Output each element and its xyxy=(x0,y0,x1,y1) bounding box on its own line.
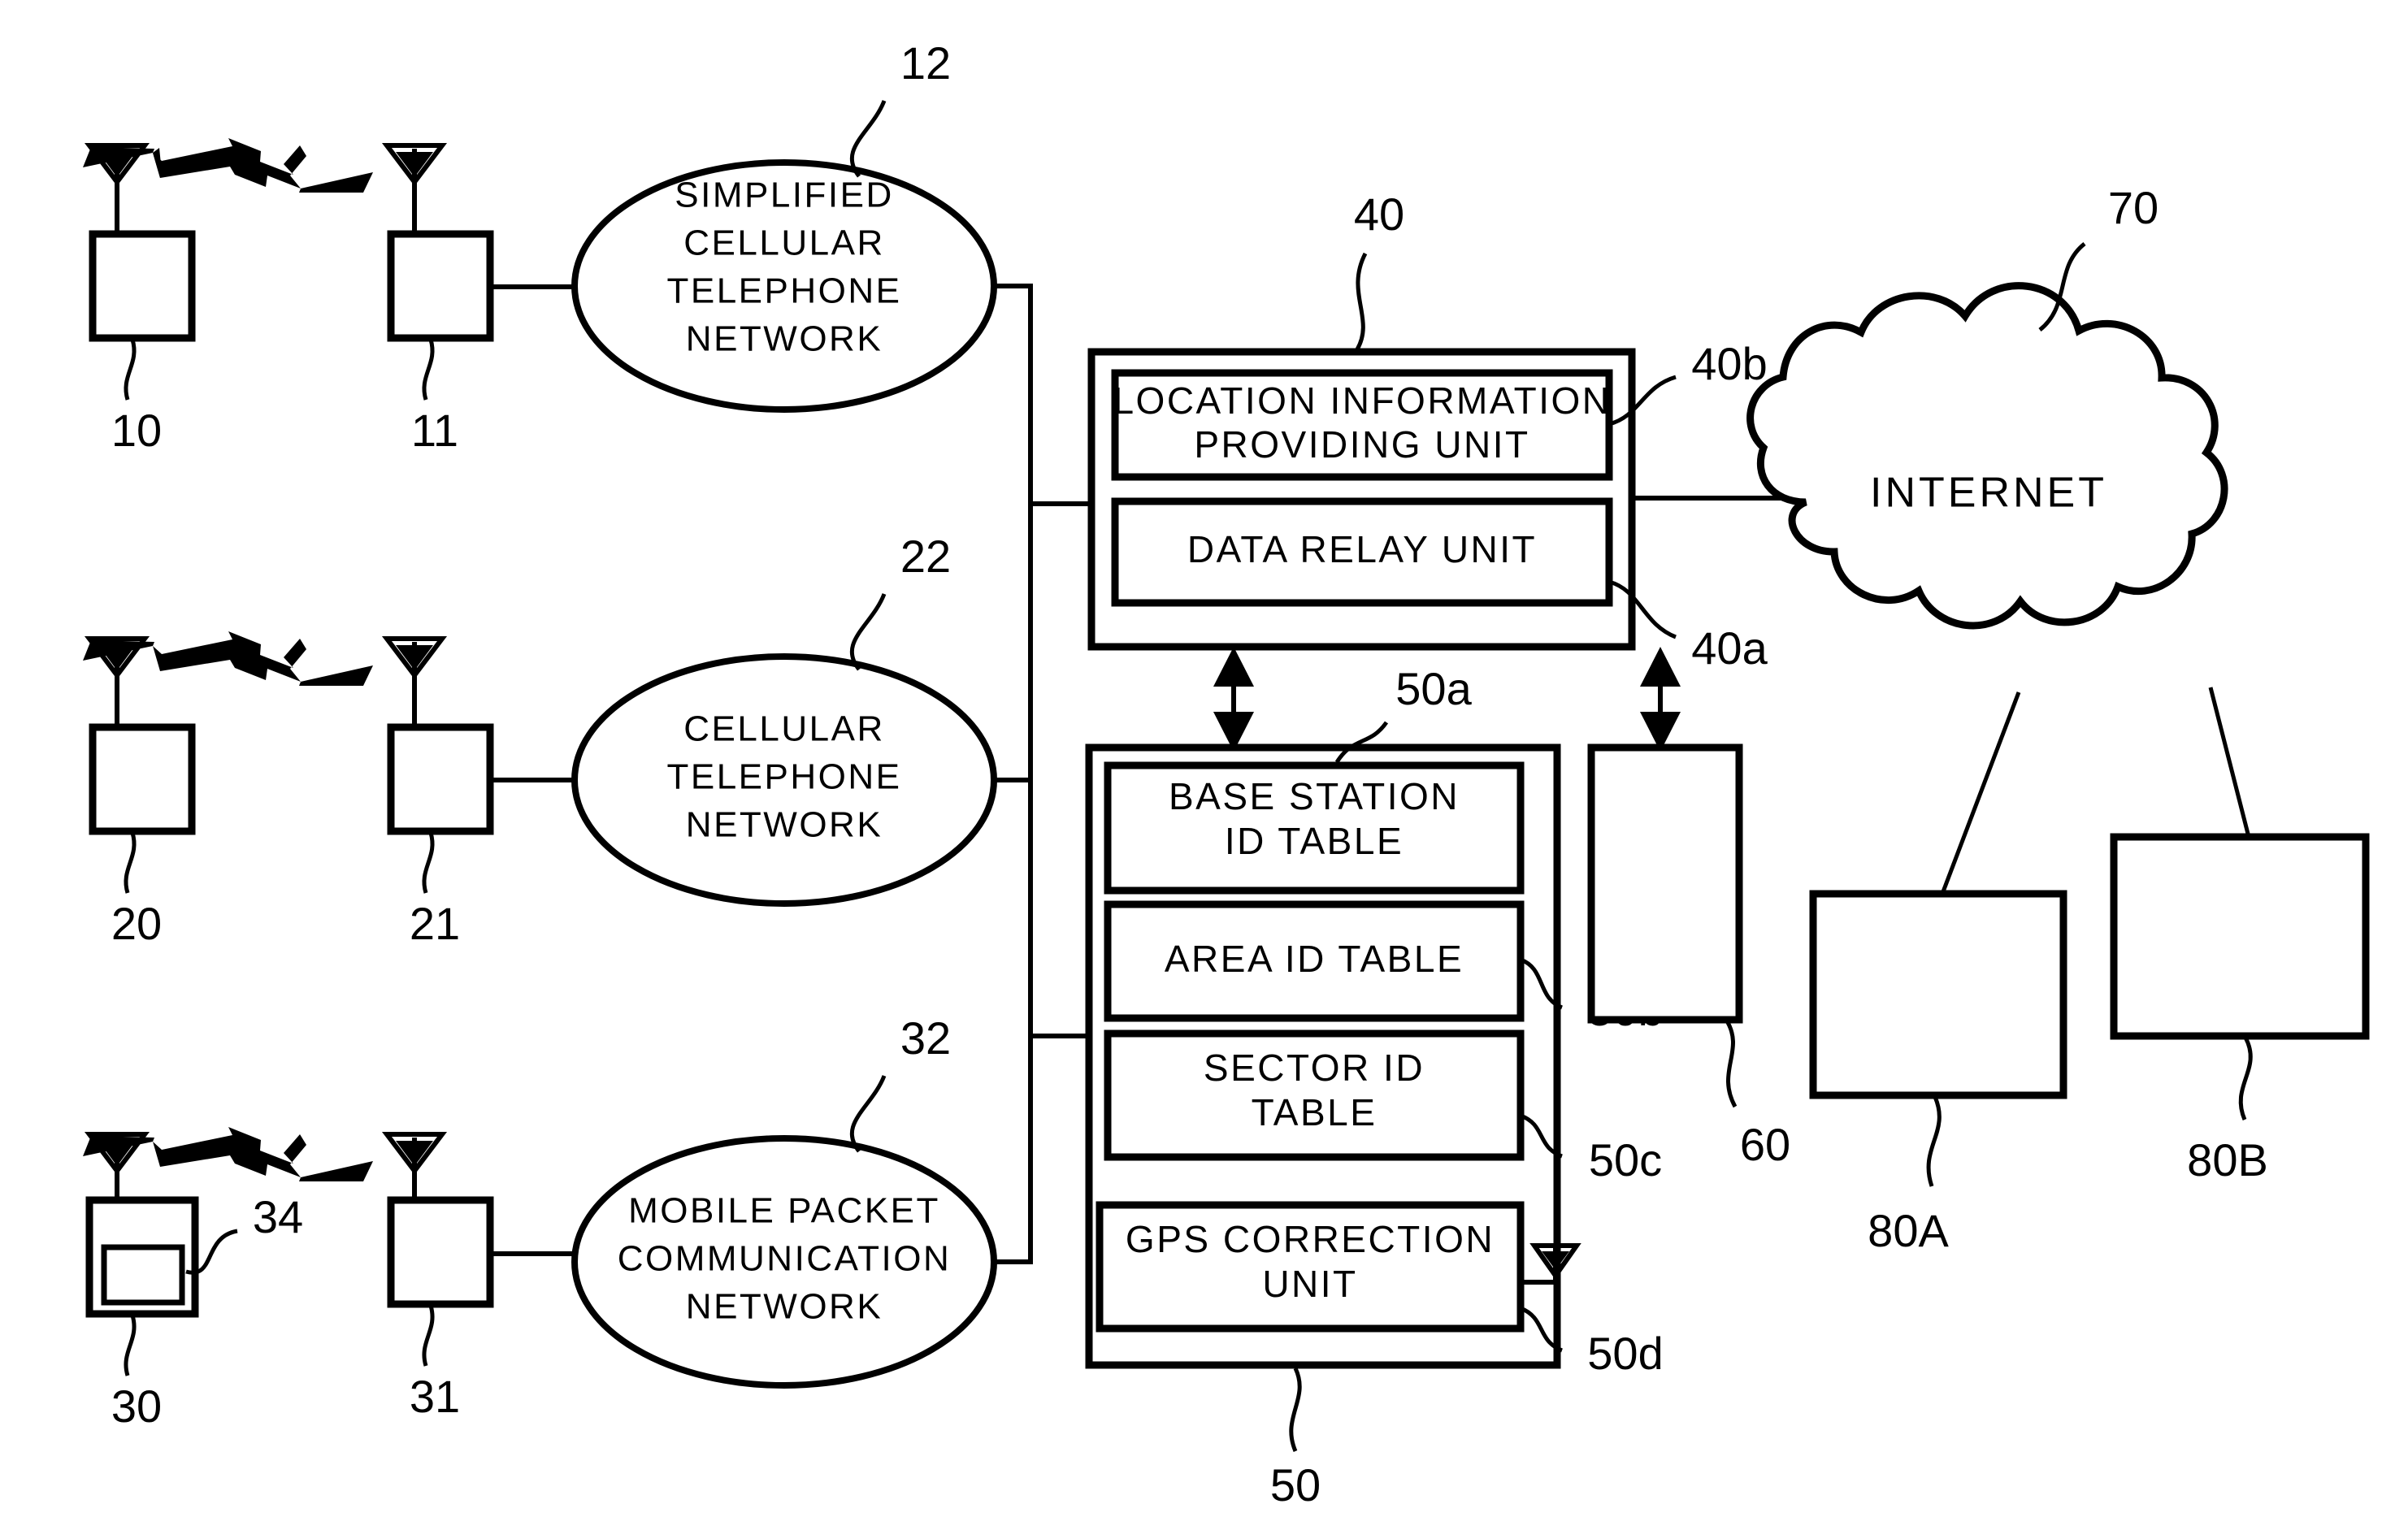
network-12-line-4: NETWORK xyxy=(686,319,883,359)
block-40b-label-line-2: PROVIDING UNIT xyxy=(1194,423,1529,466)
network-32-line-1: MOBILE PACKET xyxy=(628,1191,940,1231)
block-50c-label-line-1: SECTOR ID xyxy=(1204,1047,1425,1089)
host-80A: 80A xyxy=(1809,691,2067,1256)
leader-80A xyxy=(1926,1096,1942,1187)
leader-32 xyxy=(849,1075,887,1153)
leader-31 xyxy=(422,1305,435,1367)
ref-label-10: 10 xyxy=(111,405,162,456)
network-bus xyxy=(994,284,1091,1264)
leader-40 xyxy=(1355,252,1368,351)
leader-11 xyxy=(422,339,435,401)
ref-label-11: 11 xyxy=(411,405,458,456)
antenna-icon-11 xyxy=(381,143,448,234)
ref-label-80B: 80B xyxy=(2187,1134,2268,1185)
unit-60-box[interactable] xyxy=(1587,743,1743,1024)
ref-label-40: 40 xyxy=(1354,189,1404,240)
internet-cloud-70: INTERNET 70 xyxy=(1746,182,2228,630)
ref-label-40a: 40a xyxy=(1691,622,1768,674)
ref-label-22: 22 xyxy=(900,531,951,582)
block-50d-label-line-1: GPS CORRECTION xyxy=(1126,1218,1495,1260)
ref-label-31: 31 xyxy=(410,1371,460,1422)
network-32-line-3: NETWORK xyxy=(686,1287,883,1327)
network-32-line-2: COMMUNICATION xyxy=(618,1239,952,1279)
ref-label-32: 32 xyxy=(900,1012,951,1064)
leader-80B xyxy=(2238,1036,2253,1120)
bidirectional-arrow-40-60 xyxy=(1640,647,1681,752)
leader-12 xyxy=(849,100,887,178)
ref-label-30: 30 xyxy=(111,1380,162,1432)
block-50a-label-line-2: ID TABLE xyxy=(1225,820,1404,862)
ref-label-80A: 80A xyxy=(1868,1205,1949,1256)
ref-label-60: 60 xyxy=(1740,1119,1790,1170)
ref-label-50a: 50a xyxy=(1395,663,1472,714)
ref-label-34: 34 xyxy=(253,1191,303,1242)
host-box-80A[interactable] xyxy=(1809,890,2067,1099)
leader-60 xyxy=(1724,1018,1738,1108)
figure-canvas: 10 11 SIMPLIFIED CELLULAR TELEPHONE NETW… xyxy=(83,37,2370,1510)
database-unit-50: BASE STATION ID TABLE AREA ID TABLE SECT… xyxy=(1085,663,1664,1510)
group-network-12: 10 11 SIMPLIFIED CELLULAR TELEPHONE NETW… xyxy=(83,37,997,456)
network-22-line-2: TELEPHONE xyxy=(666,757,901,797)
ref-label-21: 21 xyxy=(410,898,460,949)
ref-label-12: 12 xyxy=(900,37,951,89)
leader-21 xyxy=(422,832,435,894)
block-40b-label-line-1: LOCATION INFORMATION xyxy=(1113,379,1611,422)
block-50a-label-line-1: BASE STATION xyxy=(1169,775,1460,817)
link-internet-to-80A xyxy=(1940,691,2021,895)
ref-label-50c: 50c xyxy=(1589,1134,1662,1185)
group-network-32: 34 30 31 MOBILE PACKET COMMUNICATION NET… xyxy=(83,1012,997,1432)
host-box-80B[interactable] xyxy=(2110,833,2370,1040)
antenna-icon-31 xyxy=(381,1132,448,1200)
block-50b-label: AREA ID TABLE xyxy=(1165,938,1464,980)
network-22-line-1: CELLULAR xyxy=(683,709,884,749)
display-screen-34 xyxy=(101,1244,185,1306)
ref-label-40b: 40b xyxy=(1691,338,1767,389)
server-unit-40: LOCATION INFORMATION PROVIDING UNIT DATA… xyxy=(1087,189,1800,674)
ref-label-20: 20 xyxy=(111,898,162,949)
network-22-line-3: NETWORK xyxy=(686,805,883,845)
ref-label-50d: 50d xyxy=(1587,1328,1663,1379)
leader-22 xyxy=(849,593,887,671)
aux-unit-60: 60 xyxy=(1587,743,1790,1170)
internet-label: INTERNET xyxy=(1870,470,2107,517)
group-network-22: 20 21 CELLULAR TELEPHONE NETWORK 22 xyxy=(83,531,997,949)
block-50c-label-line-2: TABLE xyxy=(1252,1091,1378,1133)
patent-figure: 10 11 SIMPLIFIED CELLULAR TELEPHONE NETW… xyxy=(0,0,2408,1517)
leader-30 xyxy=(124,1315,137,1376)
base-station-box-31 xyxy=(387,1196,494,1308)
ref-label-50: 50 xyxy=(1270,1459,1321,1510)
leader-20 xyxy=(124,832,137,894)
bidirectional-arrow-40-50 xyxy=(1213,647,1254,752)
host-80B: 80B xyxy=(2110,687,2370,1185)
ref-label-70: 70 xyxy=(2108,182,2159,233)
leader-50 xyxy=(1289,1367,1302,1452)
terminal-box-20 xyxy=(89,723,196,835)
terminal-box-10 xyxy=(89,230,196,342)
network-12-line-2: CELLULAR xyxy=(683,223,884,263)
antenna-icon-21 xyxy=(381,636,448,727)
leader-10 xyxy=(124,339,137,401)
block-40a-label: DATA RELAY UNIT xyxy=(1187,528,1537,570)
network-12-line-1: SIMPLIFIED xyxy=(675,176,894,215)
base-station-box-11 xyxy=(387,230,494,342)
base-station-box-21 xyxy=(387,723,494,835)
network-12-line-3: TELEPHONE xyxy=(666,271,901,311)
link-internet-to-80B xyxy=(2208,687,2251,838)
block-50d-label-line-2: UNIT xyxy=(1262,1263,1357,1305)
